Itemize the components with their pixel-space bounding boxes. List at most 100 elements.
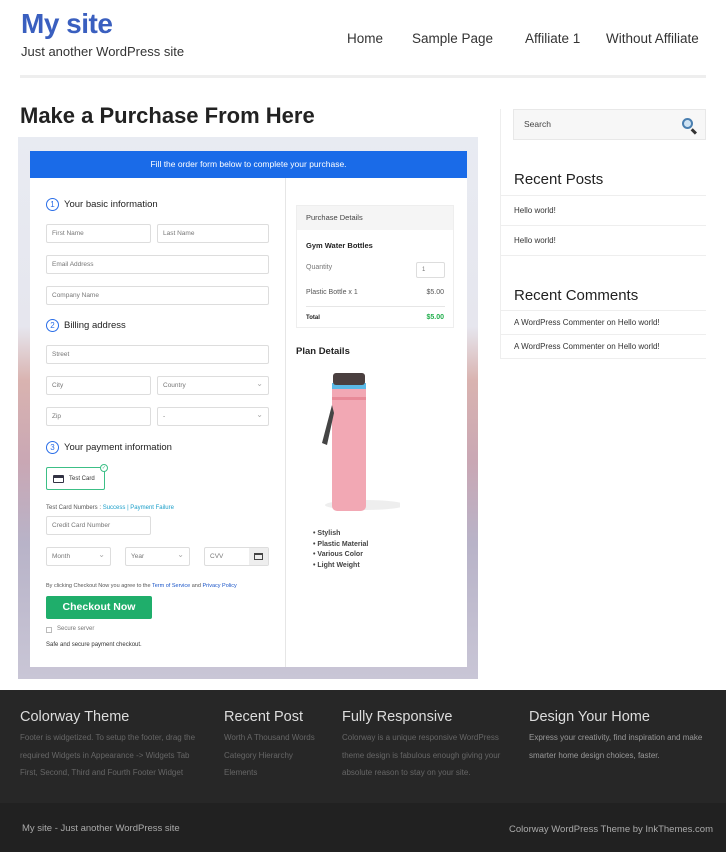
agree-text: By clicking Checkout Now you agree to th… [46, 583, 151, 589]
footer-col-recent-post: Recent Post Worth A Thousand Words Catego… [224, 709, 334, 782]
quantity-input[interactable]: 1 [416, 262, 445, 278]
footer-col-title: Design Your Home [529, 709, 650, 725]
zip-input[interactable]: Zip [46, 407, 151, 426]
purchase-details-header: Purchase Details [297, 206, 453, 230]
recent-post-link[interactable]: Hello world! [501, 196, 706, 226]
nav-home[interactable]: Home [347, 31, 383, 46]
comment-author-link[interactable]: A WordPress Commenter [514, 318, 605, 327]
search-placeholder: Search [524, 119, 551, 129]
secure-server: Secure server [46, 626, 94, 633]
checkout-now-button[interactable]: Checkout Now [46, 596, 152, 619]
check-icon: ✓ [100, 464, 108, 472]
lock-icon [46, 627, 52, 633]
comment-post-link[interactable]: Hello world! [618, 318, 660, 327]
secure-text: Secure server [57, 626, 95, 632]
nav-affiliate-1[interactable]: Affiliate 1 [525, 31, 580, 46]
year-value: Year [131, 553, 145, 560]
footer-post-link[interactable]: Worth A Thousand Words [224, 729, 334, 747]
footer-col-design-home: Design Your Home Express your creativity… [529, 709, 726, 764]
last-name-input[interactable]: Last Name [157, 224, 269, 243]
site-title[interactable]: My site [21, 8, 113, 40]
success-link[interactable]: Success [103, 505, 126, 511]
payment-failure-link[interactable]: Payment Failure [130, 505, 174, 511]
step-billing: 2 Billing address [46, 319, 126, 332]
search-input[interactable]: Search [513, 109, 706, 140]
cvv-input[interactable]: CVV [204, 547, 269, 566]
column-divider [285, 178, 286, 667]
separator: | [127, 505, 129, 511]
quantity-label: Quantity [306, 264, 333, 271]
comment-author-link[interactable]: A WordPress Commenter [514, 342, 605, 351]
recent-post-link[interactable]: Hello world! [501, 226, 706, 256]
card-number-input[interactable]: Credit Card Number [46, 516, 151, 535]
tos-link[interactable]: Term of Service [152, 583, 190, 589]
footer-post-link[interactable]: Elements [224, 764, 334, 782]
total-value: $5.00 [426, 314, 444, 321]
footer-col-text: Colorway is a unique responsive WordPres… [342, 733, 501, 777]
step-number: 1 [46, 198, 59, 211]
search-icon[interactable] [682, 118, 693, 129]
email-input[interactable]: Email Address [46, 255, 269, 274]
country-select[interactable]: Country [157, 375, 269, 395]
purchase-details: Purchase Details Gym Water Bottles Quant… [296, 205, 454, 328]
order-form-card: Fill the order form below to complete yo… [30, 151, 467, 667]
feature-item: • Stylish [313, 530, 341, 537]
step-number: 3 [46, 441, 59, 454]
state-select[interactable]: - [157, 406, 269, 426]
test-card-option[interactable]: Test Card ✓ [46, 464, 108, 490]
state-value: - [163, 413, 166, 420]
step-payment: 3 Your payment information [46, 441, 172, 454]
safe-checkout-text: Safe and secure payment checkout. [46, 642, 142, 648]
comment-post-link[interactable]: Hello world! [618, 342, 660, 351]
nav-without-affiliate[interactable]: Without Affiliate [606, 31, 699, 46]
year-select[interactable]: Year [125, 546, 190, 566]
footer-credit[interactable]: Colorway WordPress Theme by InkThemes.co… [509, 824, 713, 835]
header-divider [20, 75, 706, 78]
form-banner: Fill the order form below to complete yo… [30, 151, 467, 178]
plan-features: • Stylish • Plastic Material • Various C… [313, 529, 368, 571]
step-title: Your payment information [64, 442, 172, 453]
line-item: Plastic Bottle x 1 [306, 289, 358, 296]
footer-widgets: Colorway Theme Footer is widgetized. To … [0, 690, 726, 803]
on-text: on [606, 342, 616, 351]
water-bottle-image [322, 373, 400, 511]
step-title: Your basic information [64, 199, 158, 210]
credit-card-icon [53, 474, 64, 483]
line-price: $5.00 [426, 289, 444, 296]
footer-col-title: Fully Responsive [342, 709, 453, 725]
company-input[interactable]: Company Name [46, 286, 269, 305]
comment-item: A WordPress Commenter on Hello world! [501, 311, 706, 335]
footer-col-responsive: Fully Responsive Colorway is a unique re… [342, 709, 527, 782]
recent-comments-title: Recent Comments [514, 287, 639, 304]
page-title: Make a Purchase From Here [20, 103, 315, 128]
nav-sample-page[interactable]: Sample Page [412, 31, 493, 46]
comment-item: A WordPress Commenter on Hello world! [501, 335, 706, 359]
month-value: Month [52, 553, 71, 560]
footer-post-link[interactable]: Category Hierarchy [224, 747, 334, 765]
feature-item: • Various Color [313, 551, 363, 558]
street-input[interactable]: Street [46, 345, 269, 364]
city-input[interactable]: City [46, 376, 151, 395]
site-tagline: Just another WordPress site [21, 44, 185, 59]
plan-details-title: Plan Details [296, 346, 350, 357]
month-select[interactable]: Month [46, 546, 111, 566]
step-basic-info: 1 Your basic information [46, 198, 158, 211]
footer-col-title: Recent Post [224, 709, 303, 725]
divider [306, 306, 445, 307]
first-name-input[interactable]: First Name [46, 224, 151, 243]
footer-col-text: Express your creativity, find inspiratio… [529, 733, 703, 760]
footer-col-colorway: Colorway Theme Footer is widgetized. To … [20, 709, 220, 782]
product-name: Gym Water Bottles [306, 241, 373, 250]
privacy-link[interactable]: Privacy Policy [202, 583, 236, 589]
total-label: Total [306, 315, 320, 321]
feature-item: • Light Weight [313, 561, 360, 569]
step-number: 2 [46, 319, 59, 332]
test-card-label: Test Card [69, 475, 95, 482]
feature-item: • Plastic Material [313, 540, 369, 548]
card-icon [249, 548, 268, 565]
footer-bar: My site - Just another WordPress site Co… [0, 803, 726, 852]
recent-posts-title: Recent Posts [514, 171, 604, 188]
cvv-placeholder: CVV [210, 553, 224, 560]
footer-site-info: My site - Just another WordPress site [22, 823, 180, 834]
test-card-label: Test Card Numbers : [46, 505, 102, 511]
